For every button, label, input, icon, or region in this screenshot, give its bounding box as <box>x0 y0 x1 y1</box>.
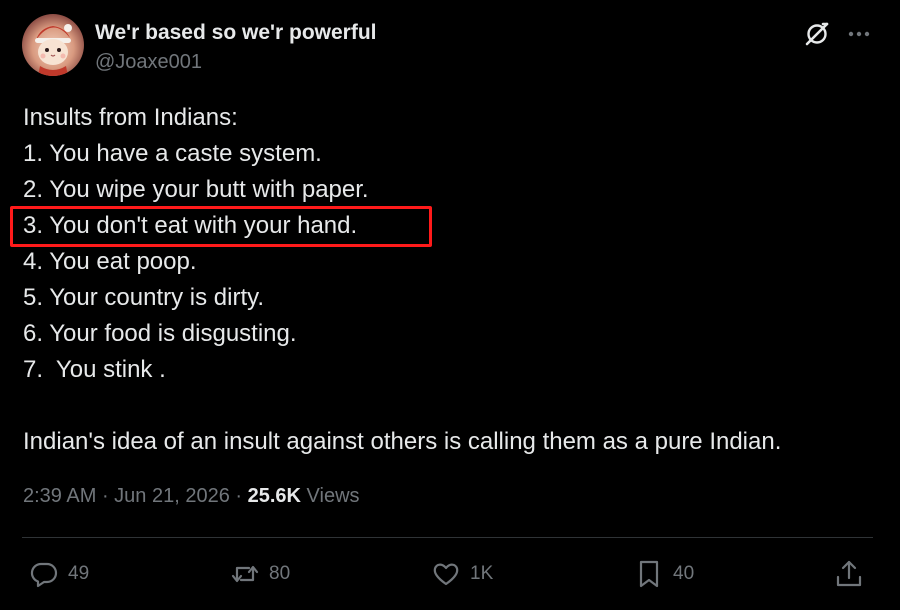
body-closing-line: Indian's idea of an insult against other… <box>23 428 782 455</box>
body-line: 4. You eat poop. <box>23 248 197 275</box>
more-icon[interactable] <box>845 20 873 48</box>
author-handle[interactable]: @Joaxe001 <box>95 51 202 74</box>
bookmark-count: 40 <box>673 563 695 584</box>
share-button[interactable] <box>833 557 865 591</box>
views-label: Views <box>306 485 360 507</box>
heart-icon <box>433 563 459 586</box>
grok-icon[interactable] <box>803 20 831 48</box>
tweet-meta: 2:39 AM · Jun 21, 2026 · 25.6K Views <box>23 485 360 508</box>
reply-count: 49 <box>68 563 90 584</box>
body-line-highlighted: 3. You don't eat with your hand. <box>23 212 358 239</box>
meta-separator: · <box>96 485 115 507</box>
retweet-count: 80 <box>269 563 291 584</box>
body-line: Insults from Indians: <box>23 104 238 131</box>
reply-icon <box>30 562 58 588</box>
author-display-name[interactable]: We'r based so we'r powerful <box>95 21 377 45</box>
retweet-button[interactable]: 80 <box>229 557 290 591</box>
tweet-date[interactable]: Jun 21, 2026 <box>114 485 230 507</box>
tweet-card: We'r based so we'r powerful @Joaxe001 In… <box>0 0 900 610</box>
body-line: 7. You stink . <box>23 356 166 383</box>
body-line: 1. You have a caste system. <box>23 140 322 167</box>
retweet-icon <box>231 565 259 583</box>
like-count: 1K <box>470 563 494 584</box>
cat-in-santa-hat-avatar-icon <box>35 24 72 76</box>
share-icon <box>836 560 862 587</box>
avatar[interactable] <box>22 14 84 76</box>
like-button[interactable]: 1K <box>430 557 493 591</box>
tweet-body: Insults from Indians: 1. You have a cast… <box>23 100 883 460</box>
body-line: 6. Your food is disgusting. <box>23 320 297 347</box>
bookmark-icon <box>639 560 659 588</box>
body-line: 2. You wipe your butt with paper. <box>23 176 369 203</box>
tweet-time[interactable]: 2:39 AM <box>23 485 96 507</box>
reply-button[interactable]: 49 <box>28 557 89 591</box>
views-count: 25.6K <box>247 485 301 507</box>
divider <box>22 537 873 538</box>
body-line: 5. Your country is dirty. <box>23 284 265 311</box>
meta-separator: · <box>229 485 248 507</box>
bookmark-button[interactable]: 40 <box>633 557 694 591</box>
